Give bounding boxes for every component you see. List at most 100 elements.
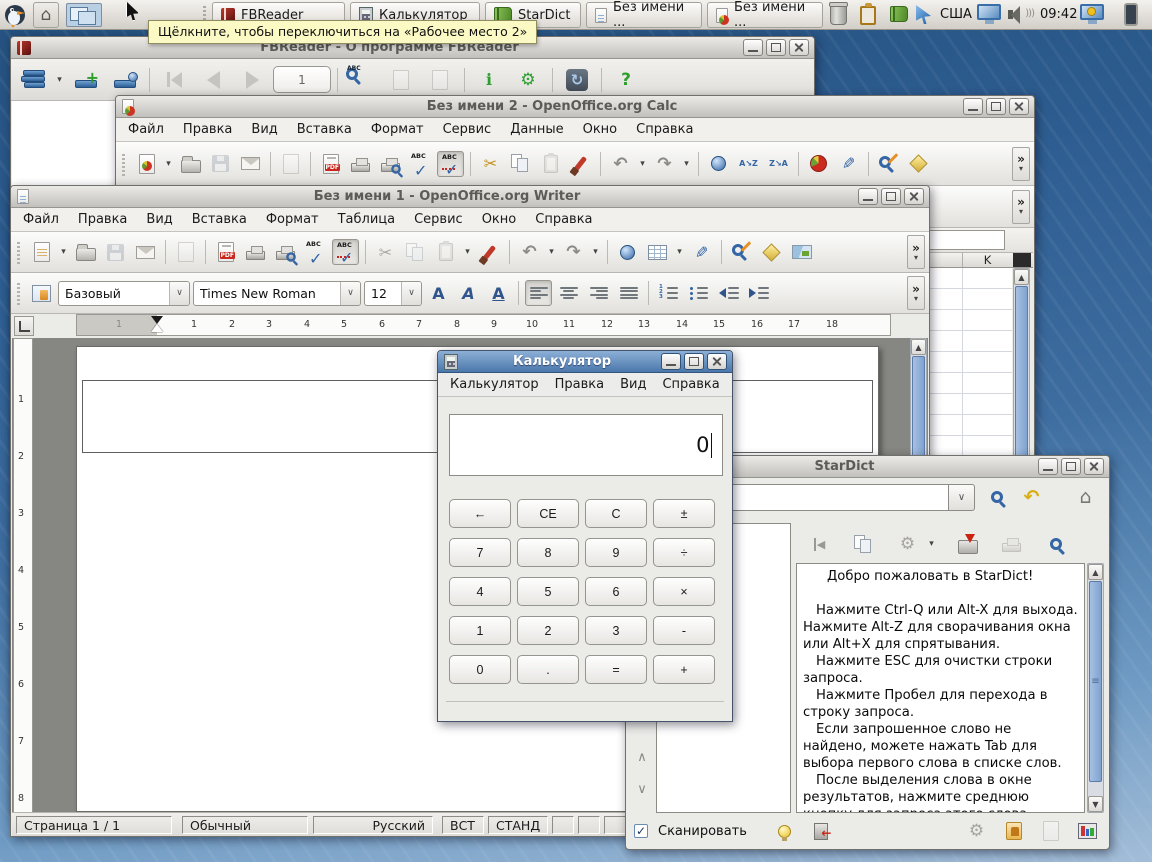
underline-icon[interactable] [485,280,512,306]
export-pdf-icon[interactable] [212,239,239,265]
scrollbar-thumb[interactable] [1089,581,1102,782]
autospellcheck-icon[interactable] [437,151,464,177]
bulleted-list-icon[interactable] [685,280,712,306]
display-tray-icon[interactable] [977,4,1001,20]
bold-icon[interactable] [425,280,452,306]
list-previous-icon[interactable]: ∧ [631,744,653,770]
chevron-down-icon[interactable] [169,282,189,305]
minimize-button[interactable] [743,39,763,56]
toolbar-grip[interactable] [120,152,127,176]
chevron-down-icon[interactable] [401,282,421,305]
print-preview-icon[interactable] [377,151,404,177]
minimize-button[interactable] [858,188,878,205]
time-admin-icon[interactable] [1080,4,1104,20]
calculator-display[interactable]: 0 [449,414,723,476]
sort-ascending-icon[interactable] [735,151,762,177]
maximize-button[interactable] [881,188,901,205]
menu-insert[interactable]: Вставка [297,122,352,137]
print-icon[interactable] [347,151,374,177]
menu-view[interactable]: Вид [620,377,646,392]
status-insert-mode[interactable]: ВСТ [442,816,484,834]
print-icon[interactable] [242,239,269,265]
decrease-indent-icon[interactable] [715,280,742,306]
key-c[interactable]: C [585,499,647,528]
first-word-icon[interactable] [806,531,833,557]
preferences-icon[interactable] [510,64,546,96]
zoom-icon[interactable] [1042,531,1069,557]
cut-icon[interactable] [477,151,504,177]
copy-icon[interactable] [850,531,877,557]
key-minus[interactable]: - [653,616,715,645]
menu-file[interactable]: Файл [23,212,59,227]
clock[interactable]: 09:42 [1040,7,1077,22]
scroll-up-icon[interactable]: ▲ [1088,564,1103,580]
hyperlink-icon[interactable] [705,151,732,177]
calculator-titlebar[interactable]: Калькулятор [438,351,732,373]
menu-data[interactable]: Данные [510,122,563,137]
maximize-button[interactable] [1061,458,1081,475]
horizontal-ruler[interactable]: 1 1 2 3 4 5 6 7 8 9 10 11 12 13 14 15 16… [76,314,891,336]
export-pdf-icon[interactable] [317,151,344,177]
key-divide[interactable]: ÷ [653,538,715,567]
book-info-icon[interactable] [471,64,507,96]
show-draw-functions-icon[interactable] [688,239,715,265]
workspace-switcher-icon[interactable] [66,3,102,27]
menu-insert[interactable]: Вставка [192,212,247,227]
key-backspace[interactable]: ← [449,499,511,528]
column-header-k[interactable]: K [962,253,1012,267]
calc-titlebar[interactable]: Без имени 2 - OpenOffice.org Calc [116,96,1034,118]
copy-icon[interactable] [507,151,534,177]
toolbar-overflow-button[interactable] [907,276,925,310]
menu-edit[interactable]: Правка [183,122,232,137]
quit-icon[interactable] [808,818,835,844]
menu-help[interactable]: Справка [662,377,719,392]
open-icon[interactable] [177,151,204,177]
scroll-up-icon[interactable]: ▲ [911,339,926,355]
menu-edit[interactable]: Правка [78,212,127,227]
spellcheck-icon[interactable] [407,151,434,177]
key-equals[interactable]: = [585,655,647,684]
key-7[interactable]: 7 [449,538,511,567]
page-number-field[interactable]: 1 [273,66,331,93]
key-ce[interactable]: CE [517,499,579,528]
key-6[interactable]: 6 [585,577,647,606]
align-left-icon[interactable] [525,280,552,306]
vertical-ruler[interactable]: 1 2 3 4 5 6 7 8 [13,338,33,814]
format-paintbrush-icon[interactable] [567,151,594,177]
keyboard-layout-indicator[interactable]: США [940,7,972,22]
format-paintbrush-icon[interactable] [476,239,503,265]
rotate-screen-icon[interactable] [559,64,595,96]
key-2[interactable]: 2 [517,616,579,645]
close-button[interactable] [707,353,727,370]
menu-window[interactable]: Окно [583,122,618,137]
maximize-button[interactable] [684,353,704,370]
result-text-panel[interactable]: Добро пожаловать в StarDict! Нажмите Ctr… [796,563,1085,813]
minimize-button[interactable] [661,353,681,370]
toolbar-grip[interactable] [15,281,22,305]
print-preview-icon[interactable] [272,239,299,265]
align-right-icon[interactable] [585,280,612,306]
minimize-button[interactable] [963,98,983,115]
maximize-button[interactable] [986,98,1006,115]
key-multiply[interactable]: × [653,577,715,606]
edit-query-icon[interactable] [1037,818,1064,844]
menu-window[interactable]: Окно [482,212,517,227]
home-folder-icon[interactable] [33,2,59,28]
scroll-up-icon[interactable]: ▲ [1014,269,1029,285]
trash-icon[interactable] [830,5,847,25]
manage-dictionaries-icon[interactable] [1000,818,1027,844]
find-replace-icon[interactable] [875,151,902,177]
home-icon[interactable] [1072,484,1099,510]
new-document-icon[interactable] [28,239,55,265]
writer-titlebar[interactable]: Без имени 1 - OpenOffice.org Writer [11,186,929,208]
close-button[interactable] [904,188,924,205]
find-replace-icon[interactable] [728,239,755,265]
pointer-tray-icon[interactable] [916,5,931,24]
hyperlink-icon[interactable] [614,239,641,265]
insert-chart-icon[interactable] [805,151,832,177]
toolbar-grip[interactable] [15,240,22,264]
scan-checkbox[interactable]: ✓ [634,824,648,838]
taskbar-button-calc-doc[interactable]: Без имени ... [707,2,823,28]
maximize-button[interactable] [766,39,786,56]
justify-icon[interactable] [615,280,642,306]
